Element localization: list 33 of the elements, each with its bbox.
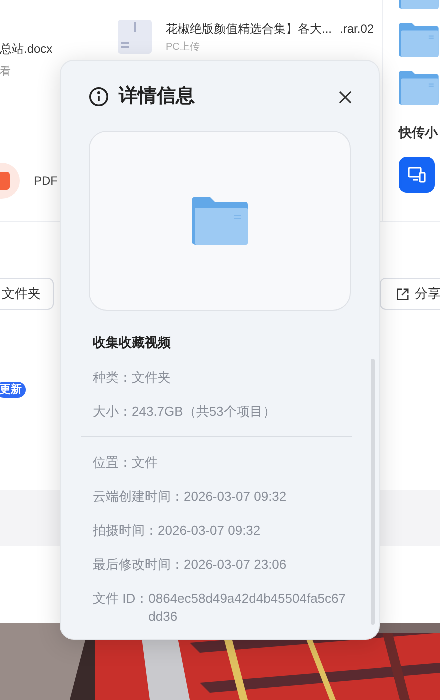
- folder-icon: [399, 71, 439, 105]
- dialog-title: 详情信息: [119, 84, 195, 109]
- field-label: 种类：: [93, 368, 132, 386]
- folder-icon: [399, 23, 439, 57]
- close-icon: [338, 90, 352, 104]
- field-value: 文件: [132, 454, 158, 472]
- folder-button[interactable]: 文件夹: [0, 278, 54, 310]
- panel-title: 快传小: [399, 124, 440, 142]
- info-icon: [89, 87, 109, 107]
- tool-label[interactable]: PDF: [34, 172, 58, 190]
- file-name[interactable]: 总站.docx: [0, 40, 110, 58]
- field-value: 2026-03-07 09:32: [184, 488, 287, 506]
- field-value: 文件夹: [132, 368, 171, 386]
- field-label: 最后修改时间：: [93, 556, 184, 574]
- folder-name: 收集收藏视频: [93, 334, 172, 352]
- file-meta: 看: [0, 65, 12, 80]
- field-value: 243.7GB（共53个项目）: [132, 402, 276, 420]
- upload-source: PC上传: [166, 40, 201, 55]
- archive-file-icon: [118, 20, 152, 54]
- field-value: 0864ec58d49a42d4b45504fa5c67dd36: [148, 590, 347, 626]
- file-extension: .rar.02: [340, 21, 374, 38]
- folder-icon: [192, 195, 248, 247]
- device-app-icon[interactable]: [399, 156, 435, 192]
- field-value: 2026-03-07 23:06: [184, 556, 287, 574]
- field-label: 拍摄时间：: [93, 522, 158, 540]
- share-icon: [397, 288, 409, 300]
- field-value: 2026-03-07 09:32: [158, 522, 261, 540]
- field-label: 云端创建时间：: [93, 488, 184, 506]
- file-name[interactable]: 花椒绝版颜值精选合集】各大...: [166, 20, 332, 38]
- field-label: 大小：: [93, 402, 132, 420]
- update-badge: 更新: [0, 382, 26, 398]
- field-label: 位置：: [93, 454, 132, 472]
- field-label: 文件 ID：: [93, 590, 149, 608]
